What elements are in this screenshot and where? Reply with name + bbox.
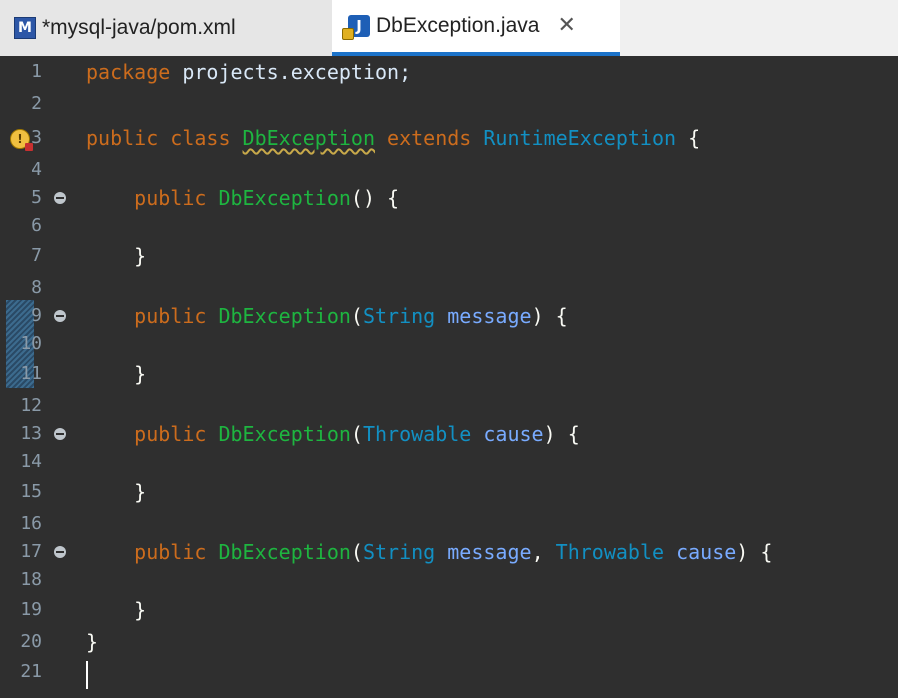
line-number: 15: [20, 481, 42, 502]
param-name: message: [447, 540, 532, 564]
line-number: 10: [20, 333, 42, 354]
code-line-15: }: [86, 480, 146, 504]
brace: }: [86, 630, 99, 654]
constructor-name: DbException: [218, 304, 351, 328]
maven-file-icon: M: [14, 17, 36, 39]
paren: (: [350, 540, 363, 564]
line-number: 9: [31, 305, 42, 326]
paren: (: [350, 422, 363, 446]
keyword: extends: [387, 126, 472, 150]
code-line-7: }: [86, 244, 146, 268]
type-name: Throwable: [555, 540, 665, 564]
paren: ) {: [543, 422, 580, 446]
fold-icon[interactable]: [54, 192, 66, 204]
tab-label: *mysql-java/pom.xml: [42, 16, 236, 39]
fold-icon[interactable]: [54, 310, 66, 322]
eclipse-editor-window: M *mysql-java/pom.xml J DbException.java…: [0, 0, 898, 698]
line-number: 3: [31, 127, 42, 148]
comma: ,: [531, 540, 544, 564]
tab-label: DbException.java: [376, 14, 540, 37]
line-number: 11: [20, 363, 42, 384]
line-number: 13: [20, 423, 42, 444]
code-line-9: public DbException(String message) {: [86, 304, 568, 328]
constructor-name: DbException: [218, 186, 351, 210]
line-number: 18: [20, 569, 42, 590]
brace: }: [134, 244, 147, 268]
param-name: cause: [483, 422, 544, 446]
brace: }: [134, 480, 147, 504]
keyword: public: [134, 304, 207, 328]
line-number: 5: [31, 187, 42, 208]
code-line-13: public DbException(Throwable cause) {: [86, 422, 580, 446]
line-number: 21: [20, 661, 42, 682]
text-cursor: [86, 661, 88, 689]
code-line-5: public DbException() {: [86, 186, 399, 210]
line-number: 12: [20, 395, 42, 416]
type-name: Throwable: [362, 422, 472, 446]
brace: }: [134, 362, 147, 386]
brace: {: [688, 126, 701, 150]
tab-pom-xml[interactable]: M *mysql-java/pom.xml: [0, 0, 332, 56]
fold-icon[interactable]: [54, 546, 66, 558]
paren: ) {: [531, 304, 568, 328]
type-name: String: [362, 304, 436, 328]
code-editor[interactable]: ! 1 2 3 4 5 6 7 8 9 10 11 12 13 14 15 16…: [0, 56, 898, 698]
signature: () {: [350, 186, 400, 210]
param-name: cause: [676, 540, 737, 564]
constructor-name: DbException: [218, 540, 351, 564]
line-number: 17: [20, 541, 42, 562]
code-line-3: public class DbException extends Runtime…: [86, 126, 700, 150]
editor-tab-bar: M *mysql-java/pom.xml J DbException.java…: [0, 0, 898, 56]
paren: ) {: [736, 540, 773, 564]
class-name: DbException: [242, 126, 375, 150]
line-number: 2: [31, 93, 42, 114]
line-number: 14: [20, 451, 42, 472]
param-name: message: [447, 304, 532, 328]
keyword: package: [86, 60, 171, 84]
keyword: public: [134, 186, 207, 210]
close-icon[interactable]: ✕: [557, 15, 575, 37]
line-number: 6: [31, 215, 42, 236]
line-number: 1: [31, 61, 42, 82]
type-name: RuntimeException: [483, 126, 677, 150]
code-line-17: public DbException(String message, Throw…: [86, 540, 772, 564]
line-number: 16: [20, 513, 42, 534]
line-number: 7: [31, 245, 42, 266]
keyword: public: [134, 422, 207, 446]
keyword: public: [134, 540, 207, 564]
fold-icon[interactable]: [54, 428, 66, 440]
code-line-1: package projects.exception;: [86, 60, 411, 84]
keyword: public class: [86, 126, 231, 150]
package-name: projects.exception;: [170, 60, 412, 84]
code-line-11: }: [86, 362, 146, 386]
type-name: String: [362, 540, 436, 564]
line-number: 4: [31, 159, 42, 180]
line-number: 8: [31, 277, 42, 298]
line-number-gutter: ! 1 2 3 4 5 6 7 8 9 10 11 12 13 14 15 16…: [0, 56, 76, 698]
constructor-name: DbException: [218, 422, 351, 446]
line-number: 20: [20, 631, 42, 652]
tab-dbexception-java[interactable]: J DbException.java ✕: [332, 0, 620, 56]
java-file-icon: J: [342, 15, 370, 40]
code-line-20: }: [86, 630, 98, 654]
paren: (: [350, 304, 363, 328]
brace: }: [134, 598, 147, 622]
line-number: 19: [20, 599, 42, 620]
code-line-19: }: [86, 598, 146, 622]
